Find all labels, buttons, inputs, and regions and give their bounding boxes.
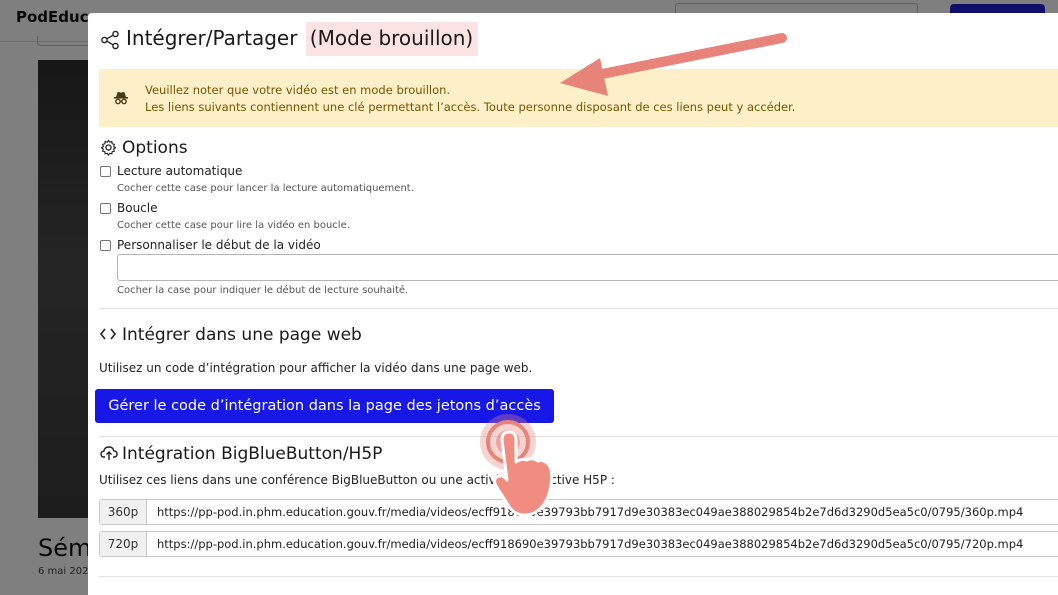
- bbb-title: Intégration BigBlueButton/H5P: [122, 444, 383, 464]
- autoplay-checkbox[interactable]: [100, 166, 111, 177]
- link-720p-row: 720p https://pp-pod.in.phm.education.gou…: [99, 531, 1058, 557]
- embed-title: Intégrer dans une page web: [122, 325, 362, 345]
- custom-start-checkbox[interactable]: [100, 240, 111, 251]
- custom-start-label[interactable]: Personnaliser le début de la vidéo: [117, 238, 321, 252]
- loop-label[interactable]: Boucle: [117, 201, 158, 215]
- link-720p-url[interactable]: https://pp-pod.in.phm.education.gouv.fr/…: [157, 532, 1023, 556]
- draft-warning-alert: Veuillez noter que votre vidéo est en mo…: [99, 69, 1058, 127]
- loop-checkbox[interactable]: [100, 203, 111, 214]
- section-divider: [99, 576, 1058, 577]
- section-divider: [99, 436, 1058, 437]
- incognito-icon: [114, 91, 128, 105]
- alert-line-1: Veuillez noter que votre vidéo est en mo…: [145, 83, 451, 97]
- autoplay-help: Cocher cette case pour lancer la lecture…: [117, 183, 414, 194]
- alert-line-2: Les liens suivants contiennent une clé p…: [145, 100, 796, 114]
- link-720p-quality: 720p: [100, 532, 147, 556]
- section-divider: [99, 308, 1058, 309]
- link-360p-url[interactable]: https://pp-pod.in.phm.education.gouv.fr/…: [157, 500, 1023, 524]
- modal-header: Intégrer/Partager (Mode brouillon): [88, 13, 1058, 67]
- code-icon: [100, 328, 116, 340]
- custom-start-help: Cocher la case pour indiquer le début de…: [117, 285, 409, 296]
- embed-description: Utilisez un code d’intégration pour affi…: [99, 361, 533, 375]
- share-icon: [101, 30, 119, 50]
- click-hand-icon: [480, 414, 554, 517]
- link-360p-row: 360p https://pp-pod.in.phm.education.gou…: [99, 499, 1058, 525]
- autoplay-label[interactable]: Lecture automatique: [117, 164, 242, 178]
- modal-title-text: Intégrer/Partager: [126, 26, 298, 50]
- start-time-input[interactable]: [117, 254, 1058, 281]
- draft-mode-label: (Mode brouillon): [305, 22, 479, 56]
- gear-icon: [100, 139, 117, 156]
- modal-title: Intégrer/Partager (Mode brouillon): [126, 22, 479, 56]
- cloud-upload-icon: [100, 446, 118, 460]
- options-title: Options: [122, 138, 188, 158]
- link-360p-quality: 360p: [100, 500, 147, 524]
- loop-help: Cocher cette case pour lire la vidéo en …: [117, 220, 350, 231]
